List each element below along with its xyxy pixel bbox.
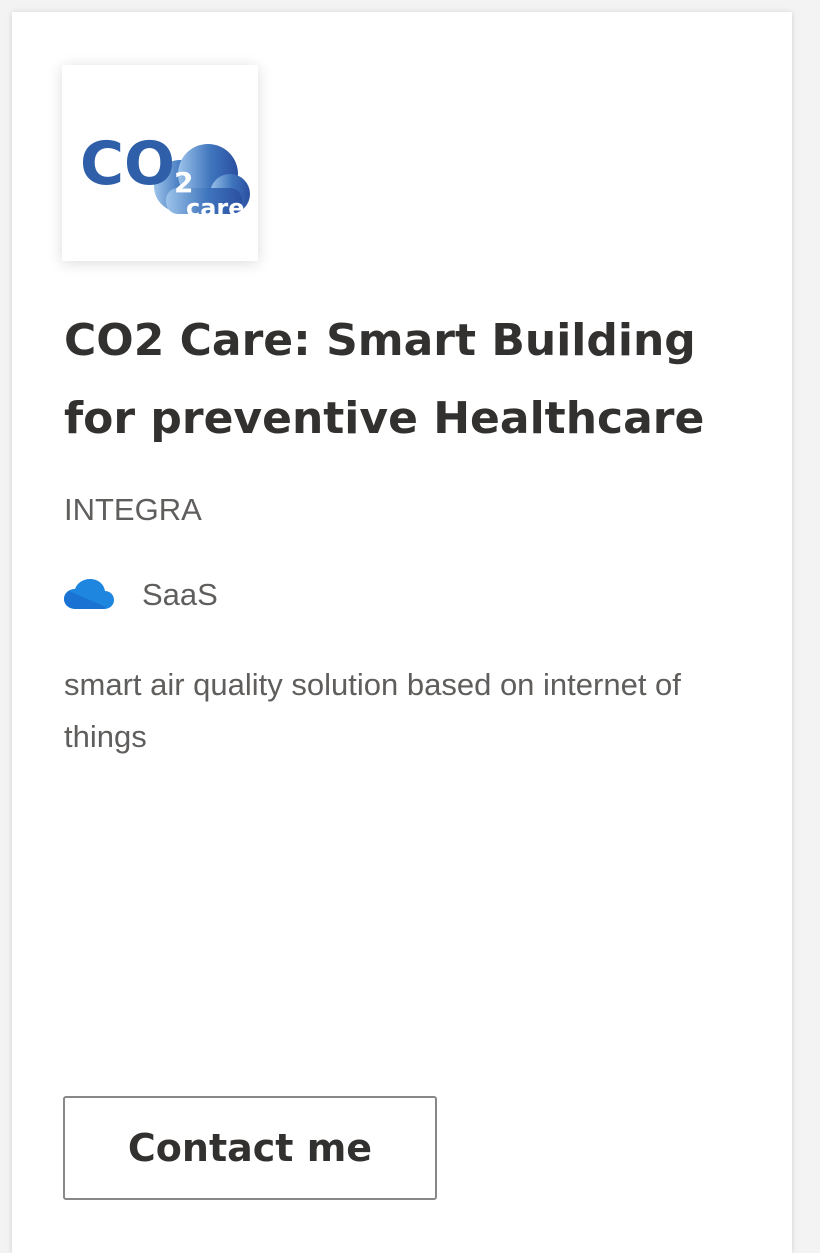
offer-logo: CO 2 care xyxy=(62,65,258,261)
offer-type-label: SaaS xyxy=(142,577,218,612)
offer-description: smart air quality solution based on inte… xyxy=(64,667,681,754)
logo-cloud-text: care xyxy=(186,194,245,222)
contact-me-button[interactable]: Contact me xyxy=(63,1096,437,1200)
logo-main-text: CO xyxy=(80,129,175,199)
offer-type-row: SaaS xyxy=(62,575,218,615)
offer-card[interactable]: CO 2 care CO2 Care: Smart Building for p… xyxy=(12,12,792,1253)
cloud-icon xyxy=(64,579,114,609)
publisher-name: INTEGRA xyxy=(64,492,202,527)
co2-care-logo-icon: CO 2 care xyxy=(80,129,250,222)
offer-title[interactable]: CO2 Care: Smart Building for preventive … xyxy=(64,302,764,458)
